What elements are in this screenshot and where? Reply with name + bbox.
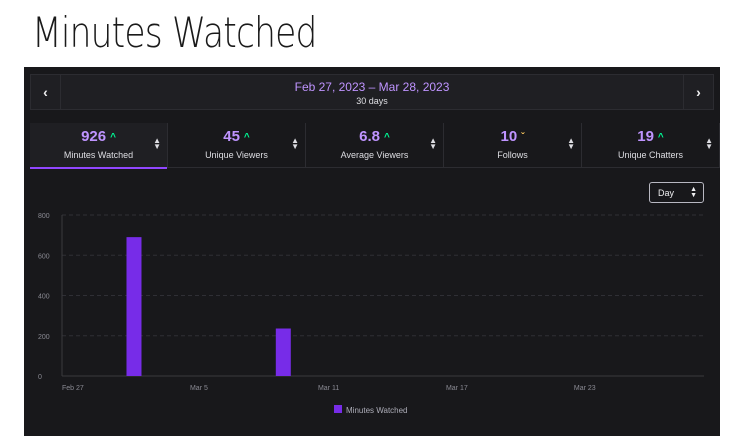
page-title: Minutes Watched — [32, 8, 317, 57]
x-tick-label: Mar 23 — [574, 385, 596, 392]
y-tick-label: 200 — [38, 334, 50, 341]
legend-label: Minutes Watched — [346, 406, 408, 415]
y-tick-label: 400 — [38, 294, 50, 301]
x-tick-label: Mar 5 — [190, 385, 208, 392]
x-tick-label: Mar 17 — [446, 385, 468, 392]
minutes-watched-chart: 0 200 400 600 800 Feb 27 Mar 5 Mar 11 Mar 17 Mar … — [38, 213, 704, 415]
bar — [275, 328, 291, 376]
bar — [126, 237, 142, 376]
y-tick-label: 800 — [38, 213, 50, 220]
y-tick-label: 0 — [38, 374, 42, 381]
x-tick-label: Mar 11 — [318, 385, 339, 392]
analytics-panel: ‹ Feb 27, 2023 – Mar 28, 2023 30 days › … — [24, 67, 720, 436]
legend-swatch — [334, 405, 342, 413]
x-tick-label: Feb 27 — [62, 385, 84, 392]
y-tick-label: 600 — [38, 253, 50, 260]
